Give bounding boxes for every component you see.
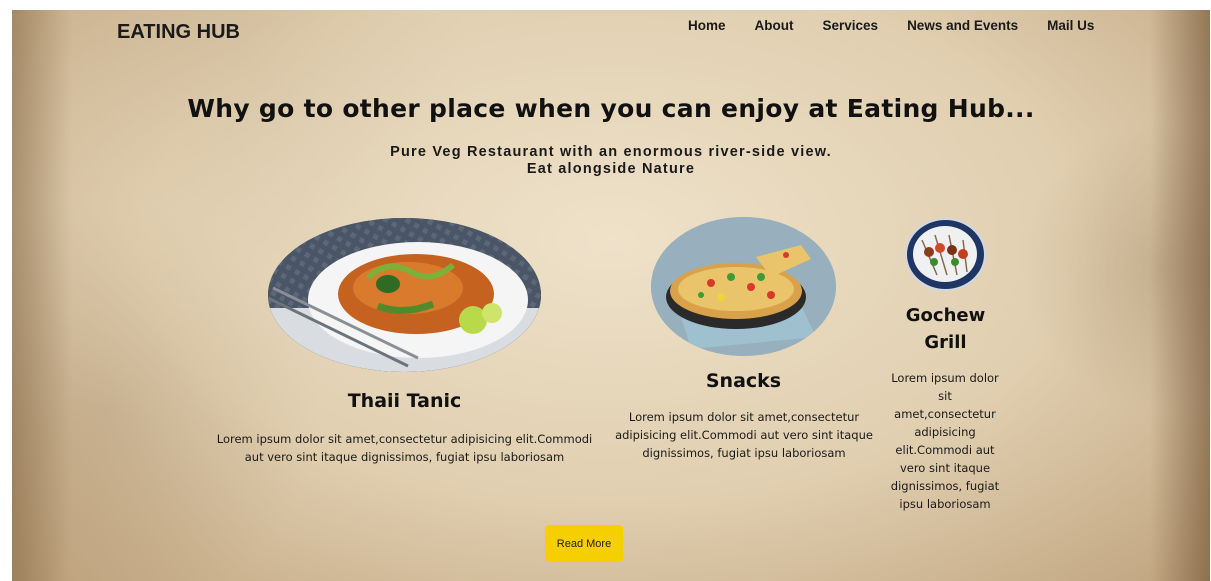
nav-services[interactable]: Services [823, 18, 879, 33]
nav-news-and-events[interactable]: News and Events [907, 18, 1018, 33]
brand-logo: EATING HUB [117, 21, 240, 43]
dish-image-thaii-tanic [268, 218, 541, 372]
grill-skewer-illustration [913, 226, 977, 282]
dish-description-snacks: Lorem ipsum dolor sit amet,consectetur a… [615, 410, 873, 460]
hero-title: Why go to other place when you can enjoy… [187, 94, 1035, 123]
dish-description-gochew-grill: Lorem ipsum dolor sit amet,consectetur a… [890, 371, 1000, 511]
nav-home[interactable]: Home [688, 18, 726, 33]
nav-mail-us[interactable]: Mail Us [1047, 18, 1094, 33]
nav-about[interactable]: About [755, 18, 794, 33]
dish-title-thaii-tanic: Thaii Tanic [347, 390, 462, 412]
main-nav: Home About Services News and Events Mail… [688, 18, 1123, 33]
hero-subtitle: Pure Veg Restaurant with an enormous riv… [12, 144, 1210, 178]
dish-description-thaii-tanic: Lorem ipsum dolor sit amet,consectetur a… [216, 432, 593, 464]
page-background: EATING HUB Home About Services News and … [12, 10, 1210, 581]
dish-title-snacks: Snacks [705, 370, 782, 392]
pizza-illustration [651, 217, 836, 356]
dish-title-gochew-grill: Gochew Grill [905, 305, 986, 353]
read-more-button[interactable]: Read More [545, 525, 623, 562]
hero-subtitle-line1: Pure Veg Restaurant with an enormous riv… [390, 144, 832, 160]
dish-image-snacks [651, 217, 836, 356]
dish-image-gochew-grill [905, 218, 986, 291]
hero-subtitle-line2: Eat alongside Nature [526, 161, 696, 177]
noodle-plate-illustration [268, 218, 541, 372]
